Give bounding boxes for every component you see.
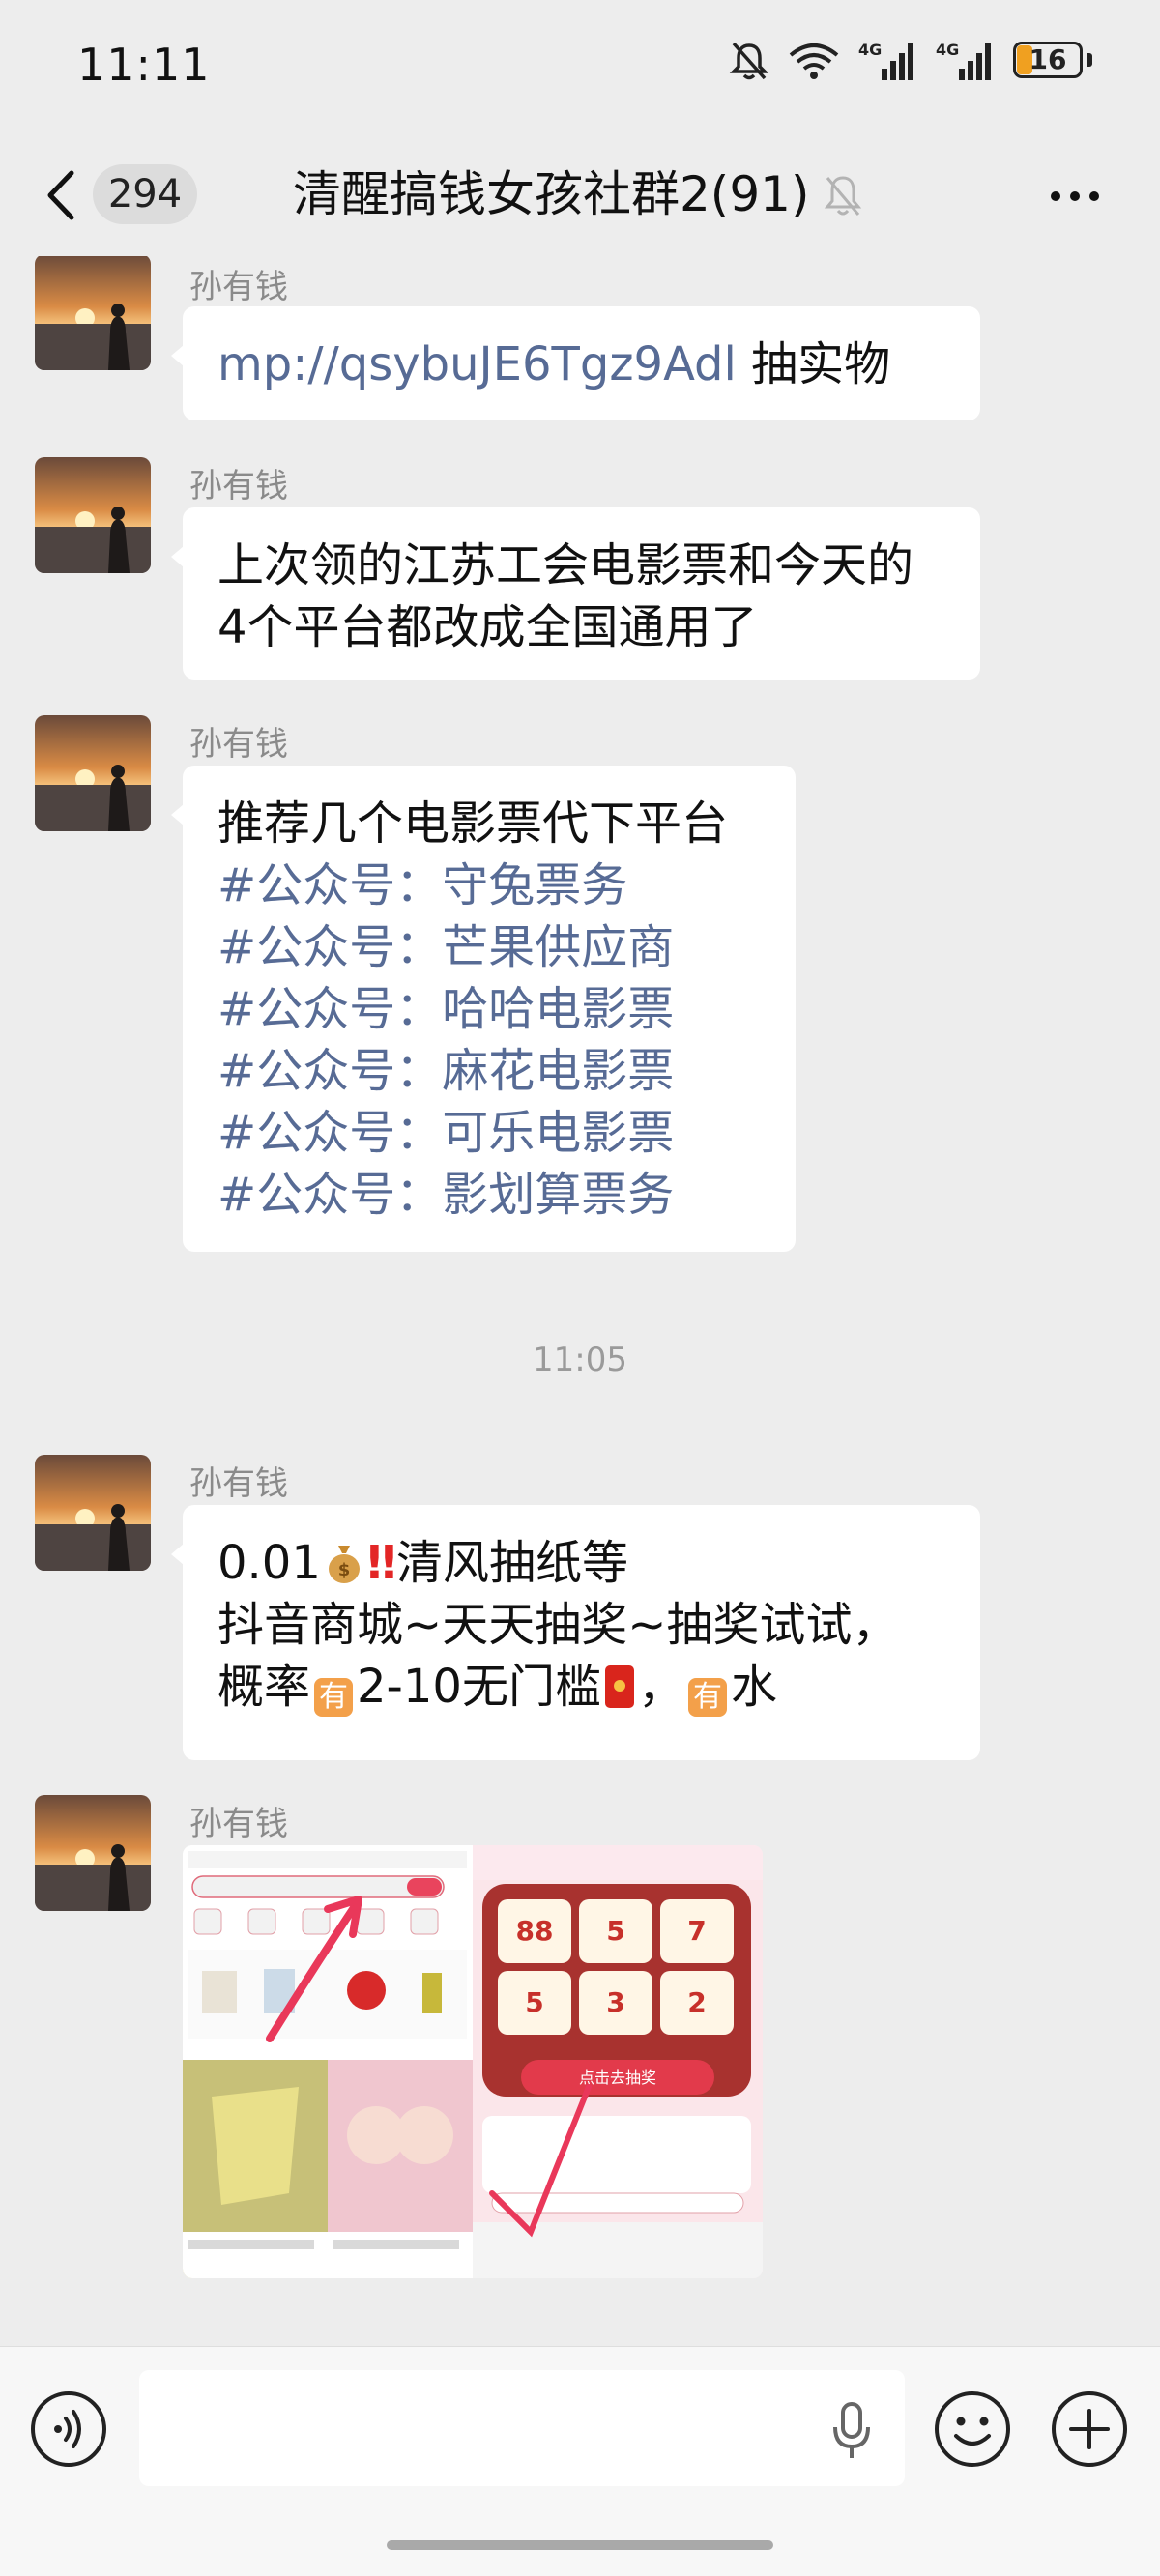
mute-bell-icon [824,176,862,216]
message-link[interactable]: mp://qsybuJE6Tgz9Adl [218,337,737,391]
voice-icon[interactable] [29,2389,108,2469]
money-bag-icon: $ [328,1546,360,1583]
have-badge-icon: 有 [314,1678,354,1717]
message-bubble[interactable]: 0.01 $ ‼清风抽纸等 抖音商城~天天抽奖~抽奖试试， 概率有 2-10无门槛，有… [171,1505,980,1760]
avatar[interactable] [35,1455,151,1571]
hashtag-link[interactable]: #公众号：守兔票务 [218,854,761,916]
message-text: 推荐几个电影票代下平台 [218,796,729,851]
hashtag-link[interactable]: #公众号：可乐电影票 [218,1102,761,1164]
message-text: 清风抽纸等 [395,1536,628,1590]
svg-text:4G: 4G [858,41,882,59]
message-bubble[interactable]: 推荐几个电影票代下平台 #公众号：守兔票务 #公众号：芒果供应商 #公众号：哈哈… [171,766,796,1252]
message-text: 抖音商城~天天抽奖~抽奖试试， [218,1598,899,1652]
status-bar: 11:11 4G 4G 16 [0,0,1160,140]
sender-name: 孙有钱 [189,268,288,306]
have-badge-icon: 有 [687,1678,727,1717]
message-text: ， [637,1660,684,1714]
sender-name: 孙有钱 [189,1805,288,1843]
chat-title[interactable]: 清醒搞钱女孩社群2(91) [293,161,809,227]
message-input[interactable] [139,2370,905,2486]
prize-value: 88 [516,1915,554,1947]
message-text: 水 [730,1660,777,1714]
status-icons: 4G 4G 16 [729,37,1092,85]
more-icon[interactable] [1046,179,1104,214]
svg-text:$: $ [338,1560,351,1580]
message-text: 2-10无门槛 [357,1660,601,1714]
signal-icon-2: 4G [936,41,991,80]
plus-icon[interactable] [1050,2389,1129,2469]
mic-icon[interactable] [827,2400,876,2462]
message-bubble[interactable]: 上次领的江苏工会电影票和今天的 4个平台都改成全国通用了 [171,507,980,680]
prize-value: 5 [606,1915,624,1947]
message-text: 4个平台都改成全国通用了 [218,600,758,654]
sender-name: 孙有钱 [189,725,288,764]
message-text: 上次领的江苏工会电影票和今天的 [218,538,914,593]
silent-icon [729,42,769,80]
hashtag-link[interactable]: #公众号：芒果供应商 [218,916,761,978]
hashtag-link[interactable]: #公众号：麻花电影票 [218,1040,761,1102]
signal-icon: 4G [858,41,914,80]
prize-value: 3 [606,1986,624,2018]
avatar[interactable] [35,1795,151,1911]
hashtag-link[interactable]: #公众号：影划算票务 [218,1164,761,1226]
sender-name: 孙有钱 [189,1464,288,1503]
avatar[interactable] [35,256,151,370]
home-indicator[interactable] [387,2540,773,2550]
unread-count-badge[interactable]: 294 [93,164,197,224]
image-button-text: 点击去抽奖 [579,2069,656,2087]
input-bar [0,2346,1160,2576]
status-time: 11:11 [77,39,211,91]
wifi-icon [789,43,839,79]
image-message[interactable]: 88 5 7 5 3 2 点击去抽奖 [183,1845,763,2278]
exclamation-icon: ‼ [366,1536,396,1590]
message-text: 抽实物 [736,337,891,391]
message-text: 概率 [218,1660,311,1714]
avatar[interactable] [35,457,151,573]
hashtag-link[interactable]: #公众号：哈哈电影票 [218,978,761,1040]
prize-value: 2 [687,1986,706,2018]
back-icon[interactable] [39,161,87,229]
chat-header: 294 清醒搞钱女孩社群2(91) [0,140,1160,256]
avatar[interactable] [35,715,151,831]
svg-text:4G: 4G [936,41,959,59]
message-text: 0.01 [218,1536,321,1590]
red-packet-icon [604,1665,634,1708]
prize-value: 7 [687,1915,706,1947]
sender-name: 孙有钱 [189,467,288,506]
battery-level: 16 [1029,43,1067,75]
prize-value: 5 [525,1986,543,2018]
battery-icon: 16 [1013,42,1092,80]
time-divider: 11:05 [533,1341,627,1379]
emoji-icon[interactable] [933,2389,1012,2469]
message-list[interactable]: 孙有钱 mp://qsybuJE6Tgz9Adl 抽实物 孙有钱 上次领的江苏工… [0,256,1160,2346]
message-bubble[interactable]: mp://qsybuJE6Tgz9Adl 抽实物 [171,306,980,420]
